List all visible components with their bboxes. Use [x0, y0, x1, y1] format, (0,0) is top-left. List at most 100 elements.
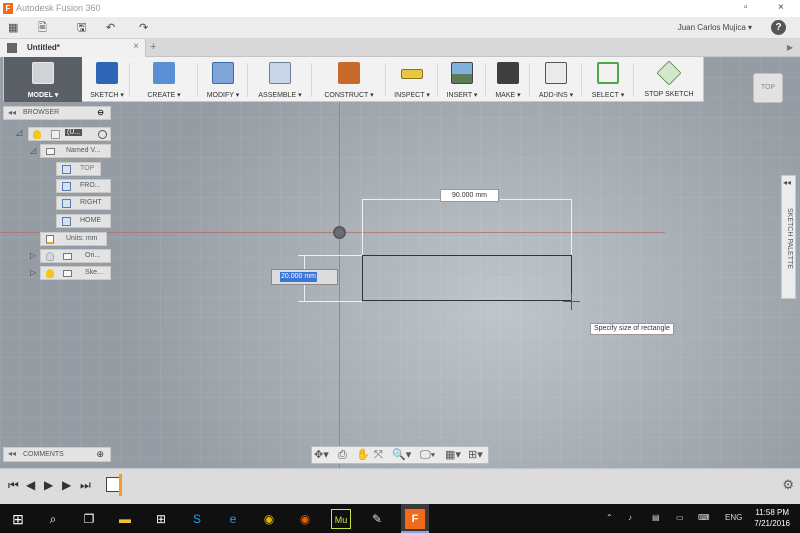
inspect-menu-button[interactable]: INSPECT ▾	[386, 57, 438, 102]
file-menu-icon[interactable]: 🗎	[38, 20, 47, 36]
browser-units-node[interactable]: Units: mm	[40, 232, 107, 246]
notifications-icon[interactable]: ▭	[676, 513, 684, 522]
play-icon[interactable]: ▶	[44, 478, 53, 492]
go-to-end-icon[interactable]: ⏭	[80, 478, 91, 493]
root-component-label: (U...	[65, 129, 83, 136]
workspace-switcher-model[interactable]: MODEL ▾	[4, 57, 82, 102]
language-indicator[interactable]: ENG	[725, 513, 742, 522]
height-dimension-line-top	[304, 255, 305, 269]
go-to-start-icon[interactable]: ⏮	[8, 478, 19, 493]
visibility-bulb-icon[interactable]	[33, 130, 41, 139]
timeline-settings-gear-icon[interactable]: ⚙	[782, 477, 794, 493]
sketch-rectangle[interactable]	[362, 255, 572, 301]
viewcube[interactable]: TOP	[753, 73, 783, 103]
comments-panel[interactable]: ◂◂ COMMENTS ⊕	[3, 447, 111, 462]
modify-menu-button[interactable]: MODIFY ▾	[198, 57, 248, 102]
width-dimension-input[interactable]: 90.000 mm	[440, 189, 499, 202]
muse-icon[interactable]: Mu	[331, 509, 351, 529]
expand-triangle-icon[interactable]: ▷	[30, 268, 36, 277]
start-windows-icon[interactable]: ⊞	[8, 509, 28, 529]
browser-collapse-icon[interactable]: ◂◂	[8, 108, 16, 117]
display-settings-icon[interactable]: 🖵▾	[420, 449, 435, 462]
assemble-menu-button[interactable]: ASSEMBLE ▾	[248, 57, 312, 102]
inspect-label: INSPECT ▾	[394, 92, 430, 99]
comments-collapse-icon[interactable]: ◂◂	[8, 449, 16, 458]
create-menu-button[interactable]: CREATE ▾	[130, 57, 198, 102]
folder-icon	[63, 270, 72, 277]
browser-view-front[interactable]: FRO...	[56, 179, 111, 193]
browser-root-node[interactable]: (U...	[28, 127, 111, 141]
activate-radio-icon[interactable]	[98, 130, 107, 139]
units-document-icon	[46, 235, 54, 244]
browser-minimize-icon[interactable]: ⊖	[97, 108, 104, 117]
fusion-360-taskbar-icon[interactable]: F	[405, 509, 425, 529]
add-comment-icon[interactable]: ⊕	[96, 449, 104, 460]
pan-icon[interactable]: ✋	[356, 449, 370, 462]
taskbar-clock[interactable]: 11:58 PM 7/21/2016	[754, 507, 790, 529]
restore-window-button[interactable]: ▫	[744, 2, 748, 13]
stop-sketch-button[interactable]: STOP SKETCH	[634, 57, 704, 102]
model-label: MODEL ▾	[27, 92, 59, 99]
browser-title: BROWSER	[23, 109, 60, 116]
browser-header[interactable]: ◂◂ BROWSER ⊖	[3, 106, 111, 120]
addins-menu-button[interactable]: ADD-INS ▾	[530, 57, 582, 102]
network-icon[interactable]: ▤	[652, 513, 660, 522]
file-explorer-icon[interactable]: ▬	[115, 509, 135, 529]
close-window-button[interactable]: ×	[778, 2, 784, 13]
store-icon[interactable]: ⊞	[151, 509, 171, 529]
data-panel-grid-icon[interactable]: ▦	[8, 20, 18, 36]
save-icon[interactable]: 🖫	[77, 20, 86, 36]
document-tab[interactable]: Untitled* ×	[0, 39, 146, 57]
firefox-icon[interactable]: ◉	[295, 509, 315, 529]
viewports-icon[interactable]: ⊞▾	[468, 449, 483, 462]
tray-chevron-icon[interactable]: ⌃	[606, 513, 613, 522]
tab-scroll-icon[interactable]: ▸	[787, 40, 793, 54]
browser-view-top[interactable]: TOP	[56, 162, 101, 176]
volume-icon[interactable]: ♪	[628, 513, 632, 522]
palette-expand-icon[interactable]: ◂◂	[783, 178, 791, 187]
expand-triangle-icon[interactable]: ◿	[30, 146, 36, 155]
sketch-palette-tab[interactable]: ◂◂ SKETCH PALETTE	[781, 175, 796, 299]
document-tab-bar: Untitled* × + ▸	[0, 39, 800, 57]
browser-view-home[interactable]: HOME	[56, 214, 111, 228]
browser-sketches-node[interactable]: Ske...	[40, 266, 111, 280]
edge-icon[interactable]: e	[223, 509, 243, 529]
make-menu-button[interactable]: MAKE ▾	[486, 57, 530, 102]
browser-view-right[interactable]: RIGHT	[56, 196, 111, 210]
redo-icon[interactable]: ↷	[139, 20, 148, 36]
search-icon[interactable]: ⌕	[43, 509, 63, 529]
origin-point-icon[interactable]	[333, 226, 346, 239]
grid-settings-icon[interactable]: ▦▾	[445, 449, 461, 462]
inkscape-icon[interactable]: ✎	[367, 509, 387, 529]
skype-icon[interactable]: S	[187, 509, 207, 529]
insert-menu-button[interactable]: INSERT ▾	[438, 57, 486, 102]
task-view-icon[interactable]: ❐	[79, 509, 99, 529]
user-account-menu[interactable]: Juan Carlos Mujica ▾	[678, 23, 752, 32]
construct-label: CONSTRUCT ▾	[324, 92, 374, 99]
orbit-icon[interactable]: ✥▾	[314, 449, 329, 462]
help-icon[interactable]: ?	[771, 20, 786, 35]
expand-triangle-icon[interactable]: ▷	[30, 251, 36, 260]
visibility-bulb-off-icon[interactable]	[46, 252, 54, 261]
visibility-bulb-icon[interactable]	[46, 269, 54, 278]
step-forward-icon[interactable]: ▶	[62, 478, 71, 492]
expand-triangle-icon[interactable]: ◿	[16, 128, 22, 137]
select-menu-button[interactable]: SELECT ▾	[582, 57, 634, 102]
browser-named-views-node[interactable]: Named V...	[40, 144, 111, 158]
undo-icon[interactable]: ↶	[106, 20, 115, 36]
fit-icon[interactable]: 🔍▾	[392, 449, 411, 462]
height-dimension-input[interactable]: 20.000 mm	[271, 269, 338, 285]
height-dimension-value: 20.000 mm	[280, 272, 318, 282]
look-at-icon[interactable]: ⎙	[338, 449, 347, 462]
new-tab-icon[interactable]: +	[150, 41, 156, 53]
zoom-icon[interactable]: ⤧	[374, 449, 383, 462]
construct-menu-button[interactable]: CONSTRUCT ▾	[312, 57, 386, 102]
keyboard-icon[interactable]: ⌨	[698, 513, 710, 522]
chrome-icon[interactable]: ◉	[259, 509, 279, 529]
timeline-marker[interactable]	[119, 474, 122, 496]
step-back-icon[interactable]: ◀	[26, 478, 35, 492]
canvas-workspace[interactable]: 90.000 mm 20.000 mm Specify size of rect…	[0, 57, 800, 468]
close-tab-icon[interactable]: ×	[133, 41, 139, 52]
browser-origin-node[interactable]: Ori...	[40, 249, 111, 263]
sketch-menu-button[interactable]: SKETCH ▾	[84, 57, 130, 102]
